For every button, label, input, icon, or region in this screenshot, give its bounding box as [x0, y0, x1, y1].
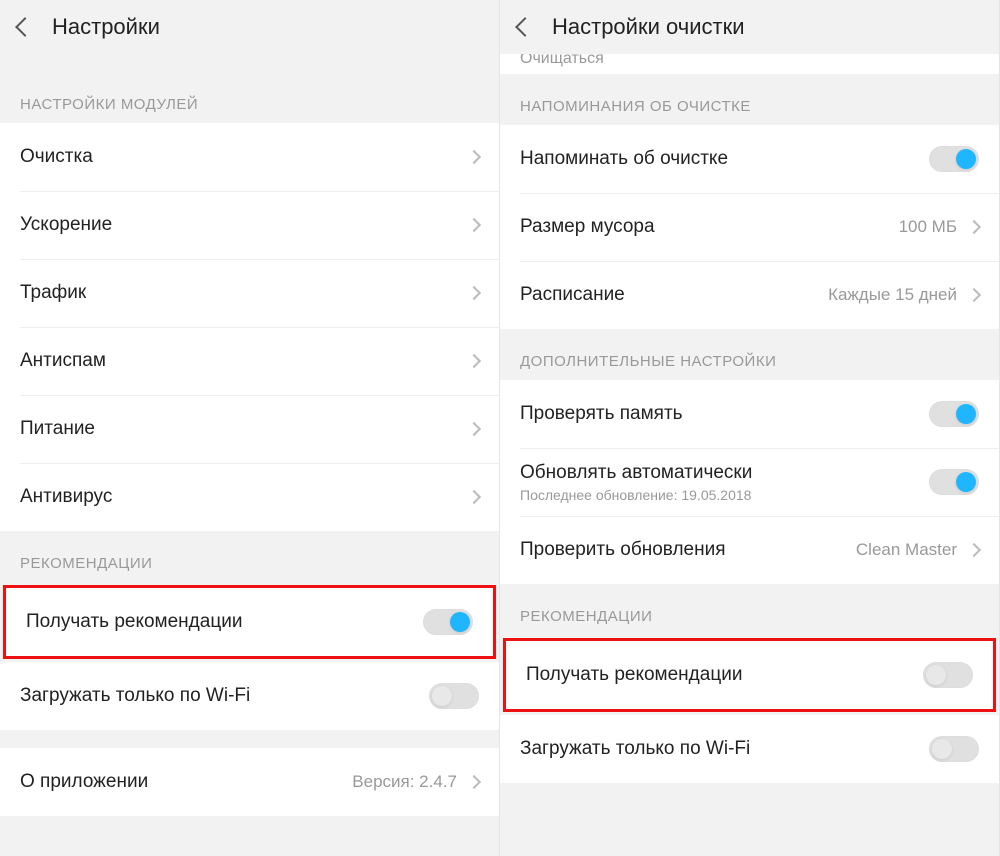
- row-antispam[interactable]: Антиспам: [0, 327, 499, 395]
- row-cleanup[interactable]: Очистка: [0, 123, 499, 191]
- section-title-reminders: НАПОМИНАНИЯ ОБ ОЧИСТКЕ: [500, 74, 999, 125]
- toggle-wifi-only[interactable]: [929, 736, 979, 762]
- content: Очищаться НАПОМИНАНИЯ ОБ ОЧИСТКЕ Напомин…: [500, 54, 999, 856]
- row-receive-recs[interactable]: Получать рекомендации: [506, 641, 993, 709]
- row-label: Загружать только по Wi-Fi: [20, 685, 429, 707]
- row-sub: Последнее обновление: 19.05.2018: [520, 487, 929, 503]
- modules-group: Очистка Ускорение Трафик Антиспам Питани…: [0, 123, 499, 531]
- row-value: Каждые 15 дней: [828, 285, 957, 305]
- toggle-receive-recs[interactable]: [423, 609, 473, 635]
- chevron-right-icon: [967, 220, 981, 234]
- header: Настройки: [0, 0, 499, 54]
- chevron-right-icon: [467, 422, 481, 436]
- section-title-modules: НАСТРОЙКИ МОДУЛЕЙ: [0, 72, 499, 123]
- reminders-group: Напоминать об очистке Размер мусора 100 …: [500, 125, 999, 329]
- chevron-right-icon: [967, 288, 981, 302]
- section-title-recommendations: РЕКОМЕНДАЦИИ: [500, 584, 999, 635]
- cleanup-settings-screen: Настройки очистки Очищаться НАПОМИНАНИЯ …: [500, 0, 1000, 856]
- row-wifi-only[interactable]: Загружать только по Wi-Fi: [500, 715, 999, 783]
- row-label: Проверить обновления: [520, 539, 856, 561]
- row-label: О приложении: [20, 771, 352, 793]
- row-label: Антиспам: [20, 350, 469, 372]
- row-label: Напоминать об очистке: [520, 148, 929, 170]
- toggle-receive-recs[interactable]: [923, 662, 973, 688]
- chevron-right-icon: [467, 775, 481, 789]
- back-icon[interactable]: [515, 17, 535, 37]
- row-label: Проверять память: [520, 403, 929, 425]
- additional-group: Проверять память Обновлять автоматически…: [500, 380, 999, 584]
- page-title: Настройки: [52, 14, 160, 40]
- row-label: Трафик: [20, 282, 469, 304]
- row-value: Версия: 2.4.7: [352, 772, 457, 792]
- back-icon[interactable]: [15, 17, 35, 37]
- highlight-box: Получать рекомендации: [503, 638, 996, 712]
- row-label: Загружать только по Wi-Fi: [520, 738, 929, 760]
- chevron-right-icon: [967, 543, 981, 557]
- row-label: Получать рекомендации: [526, 664, 923, 686]
- row-label: Обновлять автоматически: [520, 462, 929, 484]
- section-title-additional: ДОПОЛНИТЕЛЬНЫЕ НАСТРОЙКИ: [500, 329, 999, 380]
- row-about[interactable]: О приложении Версия: 2.4.7: [0, 748, 499, 816]
- section-title-recommendations: РЕКОМЕНДАЦИИ: [0, 531, 499, 582]
- row-value: Clean Master: [856, 540, 957, 560]
- row-check-memory[interactable]: Проверять память: [500, 380, 999, 448]
- row-receive-recs[interactable]: Получать рекомендации: [6, 588, 493, 656]
- recs-group-rest: Загружать только по Wi-Fi: [500, 715, 999, 783]
- row-remind-cleanup[interactable]: Напоминать об очистке: [500, 125, 999, 193]
- row-traffic[interactable]: Трафик: [0, 259, 499, 327]
- row-wifi-only[interactable]: Загружать только по Wi-Fi: [0, 662, 499, 730]
- about-group: О приложении Версия: 2.4.7: [0, 748, 499, 816]
- row-power[interactable]: Питание: [0, 395, 499, 463]
- toggle-wifi-only[interactable]: [429, 683, 479, 709]
- row-label: Ускорение: [20, 214, 469, 236]
- content: НАСТРОЙКИ МОДУЛЕЙ Очистка Ускорение Траф…: [0, 54, 499, 856]
- row-trash-size[interactable]: Размер мусора 100 МБ: [500, 193, 999, 261]
- row-label: Расписание: [520, 284, 828, 306]
- header: Настройки очистки: [500, 0, 999, 54]
- row-speedup[interactable]: Ускорение: [0, 191, 499, 259]
- row-label: Размер мусора: [520, 216, 899, 238]
- row-antivirus[interactable]: Антивирус: [0, 463, 499, 531]
- toggle-remind-cleanup[interactable]: [929, 146, 979, 172]
- row-label: Получать рекомендации: [26, 611, 423, 633]
- chevron-right-icon: [467, 490, 481, 504]
- chevron-right-icon: [467, 218, 481, 232]
- page-title: Настройки очистки: [552, 14, 744, 40]
- chevron-right-icon: [467, 286, 481, 300]
- spacer: [0, 730, 499, 748]
- row-label: Очистка: [20, 146, 469, 168]
- spacer: [0, 54, 499, 72]
- truncated-row: Очищаться: [500, 54, 999, 74]
- row-schedule[interactable]: Расписание Каждые 15 дней: [500, 261, 999, 329]
- row-value: 100 МБ: [899, 217, 957, 237]
- settings-screen: Настройки НАСТРОЙКИ МОДУЛЕЙ Очистка Уско…: [0, 0, 500, 856]
- chevron-right-icon: [467, 150, 481, 164]
- row-auto-update[interactable]: Обновлять автоматически Последнее обновл…: [500, 448, 999, 516]
- row-label: Антивирус: [20, 486, 469, 508]
- row-check-updates[interactable]: Проверить обновления Clean Master: [500, 516, 999, 584]
- recs-group-rest: Загружать только по Wi-Fi: [0, 662, 499, 730]
- chevron-right-icon: [467, 354, 481, 368]
- highlight-box: Получать рекомендации: [3, 585, 496, 659]
- toggle-auto-update[interactable]: [929, 469, 979, 495]
- toggle-check-memory[interactable]: [929, 401, 979, 427]
- row-label: Питание: [20, 418, 469, 440]
